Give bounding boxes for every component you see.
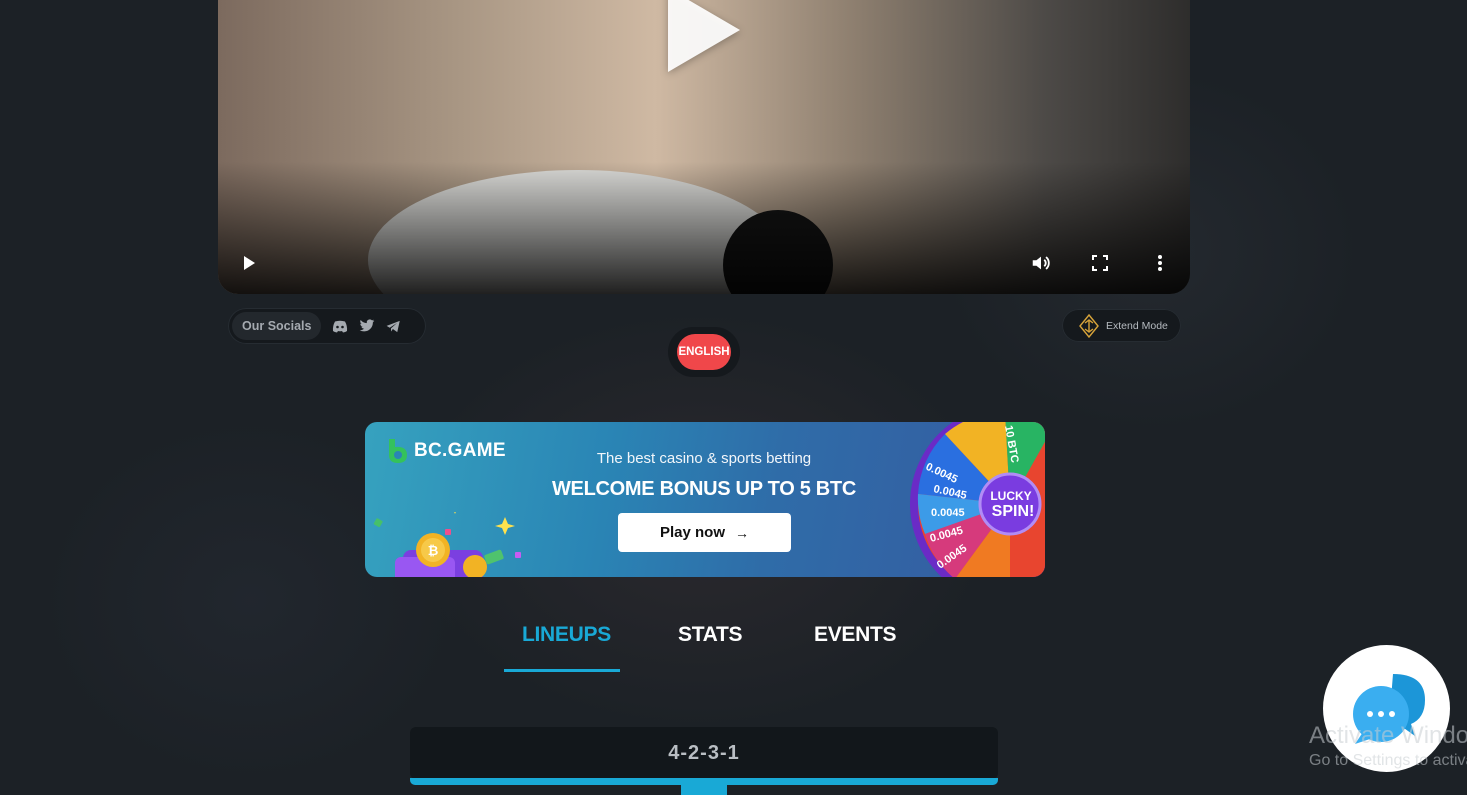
formation-header: 4-2-3-1 [410, 727, 998, 779]
wheel-label-line2: SPIN! [992, 503, 1035, 520]
volume-icon[interactable] [1028, 250, 1054, 276]
play-now-button[interactable]: Play now → [618, 513, 791, 552]
video-player[interactable] [218, 0, 1190, 294]
formation-accent-stem [681, 784, 727, 795]
bcgame-banner[interactable]: BC.GAME The best casino & sports betting… [365, 422, 1045, 577]
more-vert-icon[interactable] [1147, 250, 1173, 276]
activate-windows-watermark: Activate Windows Go to Settings to activ… [1309, 722, 1467, 770]
svg-text:0.0045: 0.0045 [931, 507, 965, 519]
telegram-icon[interactable] [385, 318, 402, 335]
lucky-spin-wheel: LUCKY SPIN! 0.0045 0.0045 0.0045 0.0045 … [910, 422, 1045, 577]
arrow-right-icon: → [735, 524, 750, 541]
play-now-label: Play now [659, 524, 726, 541]
twitter-icon[interactable] [358, 318, 375, 335]
wheel-label-line1: LUCKY [990, 489, 1031, 503]
tab-lineups[interactable]: LINEUPS [522, 623, 611, 647]
formation-label: 4-2-3-1 [668, 741, 740, 764]
coins-wallet-illustration: ₿ [373, 512, 521, 577]
socials-label: Our Socials [232, 312, 322, 340]
extend-mode-button[interactable]: Extend Mode [1062, 309, 1181, 342]
watermark-subtitle: Go to Settings to activate Windows. [1309, 752, 1467, 769]
big-play-icon[interactable] [668, 0, 740, 72]
play-icon[interactable] [236, 250, 262, 276]
extend-icon [1078, 313, 1100, 338]
active-tab-underline [504, 669, 620, 672]
tab-stats[interactable]: STATS [678, 623, 743, 647]
extend-mode-label: Extend Mode [1106, 319, 1168, 332]
fullscreen-icon[interactable] [1087, 250, 1113, 276]
tab-events[interactable]: EVENTS [814, 623, 897, 647]
language-switcher: ENGLISH [668, 327, 740, 377]
language-button[interactable]: ENGLISH [677, 334, 731, 370]
discord-icon[interactable] [331, 318, 348, 335]
socials-bar: Our Socials [228, 308, 426, 344]
watermark-title: Activate Windows [1309, 722, 1467, 749]
svg-text:₿: ₿ [428, 543, 439, 558]
